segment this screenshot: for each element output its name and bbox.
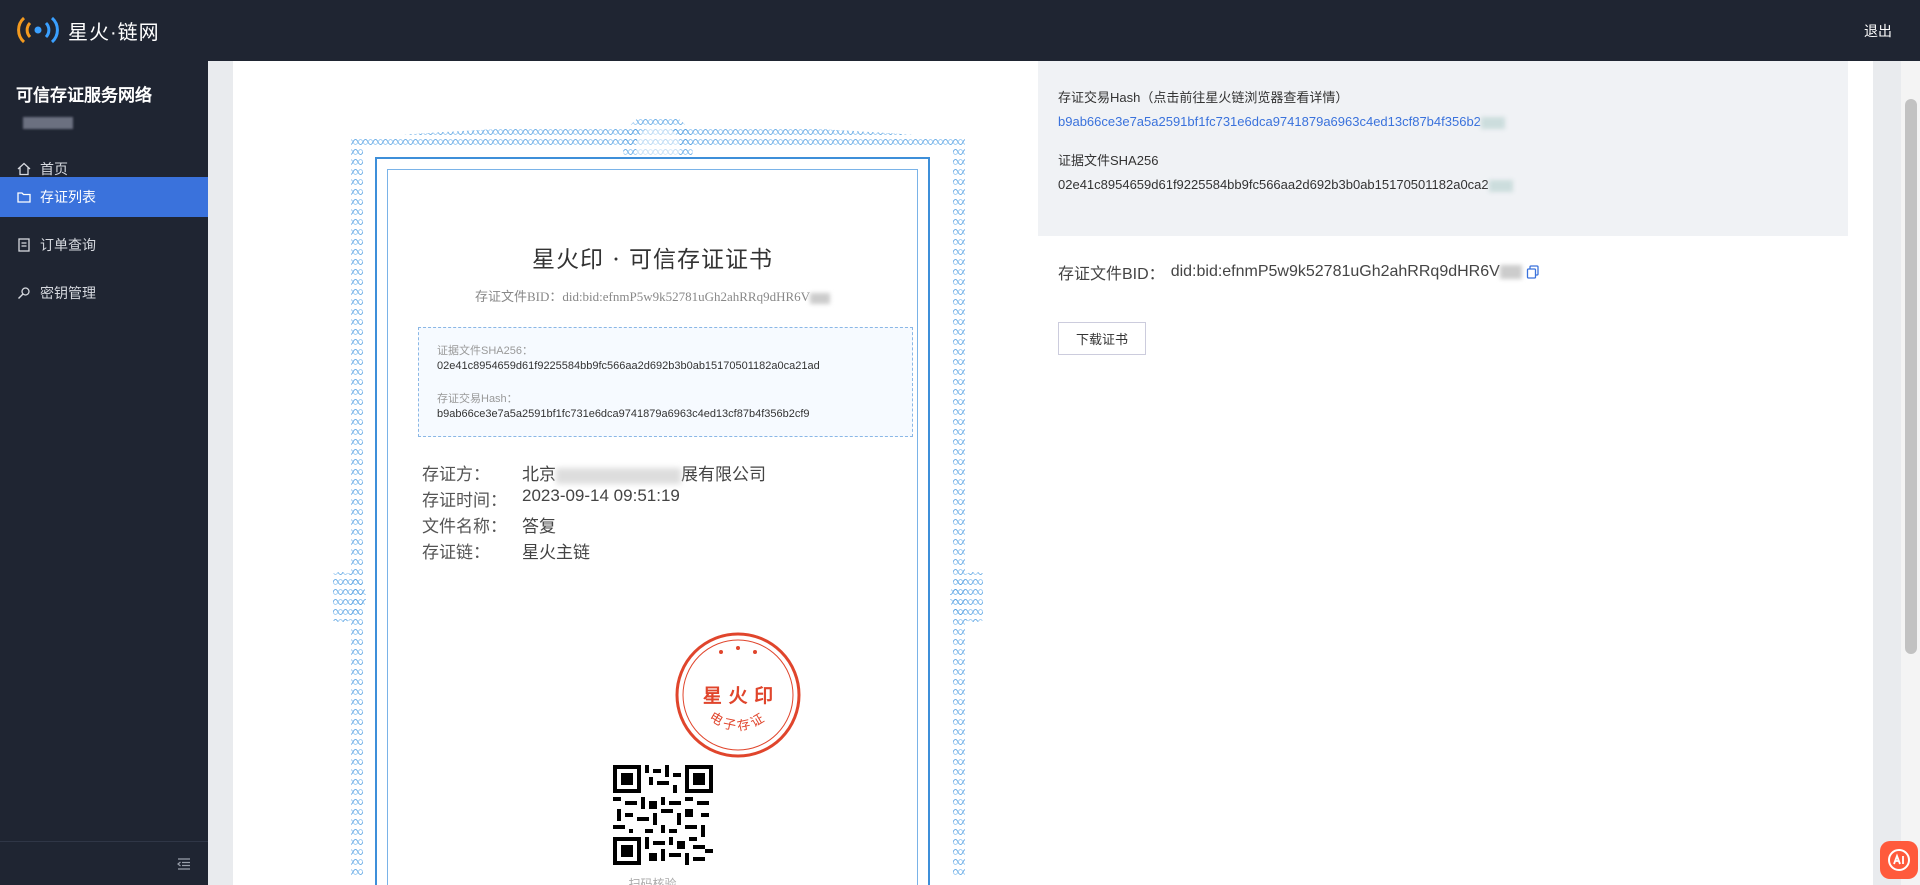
info-key: 存证方：: [422, 465, 490, 485]
certificate: 星火印 · 可信存证证书 存证文件BID：did:bid:efnmP5w9k52…: [333, 117, 983, 885]
sidebar-item-evidence-list[interactable]: 存证列表: [0, 177, 208, 217]
main-content: 星火印 · 可信存证证书 存证文件BID：did:bid:efnmP5w9k52…: [233, 61, 1873, 885]
tx-hash-label: 存证交易Hash（点击前往星火链浏览器查看详情）: [1058, 90, 1349, 105]
sidebar-item-label: 首页: [40, 161, 68, 177]
sidebar-item-order-query[interactable]: 订单查询: [0, 225, 208, 265]
info-value: 答复: [522, 517, 556, 537]
collapse-menu-icon: [177, 858, 190, 870]
certificate-sha-label: 证据文件SHA256：: [437, 345, 533, 357]
sidebar-user-redacted: [23, 117, 73, 129]
certificate-hash-box: 证据文件SHA256： 02e41c8954659d61f9225584bb9f…: [418, 327, 913, 437]
info-key: 文件名称：: [422, 517, 507, 537]
certificate-bid: 存证文件BID：did:bid:efnmP5w9k52781uGh2ahRRq9…: [388, 286, 917, 305]
redaction: [1480, 116, 1505, 129]
info-key: 存证时间：: [422, 491, 507, 511]
tx-hash-link[interactable]: b9ab66ce3e7a5a2591bf1fc731e6dca9741879a6…: [1058, 114, 1828, 129]
bid-label: 存证文件BID：: [1058, 266, 1165, 283]
receipt-icon: [16, 237, 32, 253]
certificate-title: 星火印 · 可信存证证书: [532, 247, 773, 273]
copy-icon[interactable]: [1526, 265, 1540, 279]
evidence-info-panel: 存证交易Hash（点击前往星火链浏览器查看详情） b9ab66ce3e7a5a2…: [1038, 61, 1848, 236]
qr-caption: 扫码核验: [628, 877, 677, 885]
certificate-info-chain: 存证链： 星火主链: [422, 538, 590, 563]
sidebar-title: 可信存证服务网络: [16, 86, 152, 105]
certificate-info-depositor: 存证方： 北京 展有限公司: [422, 460, 766, 485]
seal-text-top: 星 火 印: [703, 685, 773, 707]
redaction: [556, 467, 681, 484]
sha-value: 02e41c8954659d61f9225584bb9fc566aa2d692b…: [1058, 177, 1828, 192]
certificate-hash-value: b9ab66ce3e7a5a2591bf1fc731e6dca9741879a6…: [437, 408, 810, 420]
broadcast-icon: [17, 16, 59, 44]
brand-logo[interactable]: 星火·链网: [14, 12, 160, 48]
redaction: [810, 292, 831, 304]
certificate-sha-value: 02e41c8954659d61f9225584bb9fc566aa2d692b…: [437, 360, 820, 372]
bid-value: did:bid:efnmP5w9k52781uGh2ahRRq9dHR6V: [1170, 263, 1500, 280]
certificate-bid-value: did:bid:efnmP5w9k52781uGh2ahRRq9dHR6V: [562, 289, 811, 304]
redaction: [1499, 265, 1522, 279]
logout-button[interactable]: 退出: [1864, 21, 1892, 41]
redaction: [1488, 179, 1513, 192]
info-value: 2023-09-14 09:51:19: [522, 486, 680, 505]
sidebar-item-label: 密钥管理: [40, 285, 96, 301]
sidebar-item-key-management[interactable]: 密钥管理: [0, 273, 208, 313]
seal-text-bottom: 电子存证: [706, 710, 769, 735]
certificate-bid-label: 存证文件BID：: [474, 289, 563, 304]
sidebar-item-label: 存证列表: [40, 189, 96, 205]
ai-assistant-icon: [1888, 849, 1910, 871]
folder-icon: [16, 189, 32, 205]
bid-line: 存证文件BID： did:bid:efnmP5w9k52781uGh2ahRRq…: [1058, 260, 1540, 284]
sha-label: 证据文件SHA256: [1058, 153, 1159, 168]
download-certificate-button[interactable]: 下载证书: [1058, 322, 1146, 355]
certificate-paper: 星火印 · 可信存证证书 存证文件BID：did:bid:efnmP5w9k52…: [375, 157, 930, 885]
sidebar: 可信存证服务网络 首页 存证列表 订单查询 密钥管理: [0, 61, 208, 885]
top-header: 星火·链网 退出: [0, 0, 1920, 61]
info-key: 存证链：: [422, 543, 490, 563]
brand-name: 星火·链网: [68, 21, 160, 44]
certificate-info-filename: 文件名称： 答复: [422, 512, 556, 537]
ai-assistant-button[interactable]: [1880, 841, 1918, 879]
info-value: 星火主链: [522, 543, 590, 563]
certificate-info-time: 存证时间： 2023-09-14 09:51:19: [422, 486, 680, 511]
key-icon: [16, 285, 32, 301]
certificate-inner-frame: 星火印 · 可信存证证书 存证文件BID：did:bid:efnmP5w9k52…: [387, 169, 918, 885]
qr-code: [613, 765, 713, 865]
home-icon: [16, 161, 32, 177]
seal-stamp: 星 火 印 电子存证: [675, 632, 801, 758]
page-scrollbar[interactable]: [1901, 61, 1920, 885]
certificate-hash-label: 存证交易Hash：: [437, 393, 518, 405]
info-value: 北京 展有限公司: [522, 465, 766, 485]
sidebar-item-label: 订单查询: [40, 237, 96, 253]
sidebar-collapse-button[interactable]: [0, 841, 208, 885]
scrollbar-thumb[interactable]: [1905, 99, 1917, 654]
